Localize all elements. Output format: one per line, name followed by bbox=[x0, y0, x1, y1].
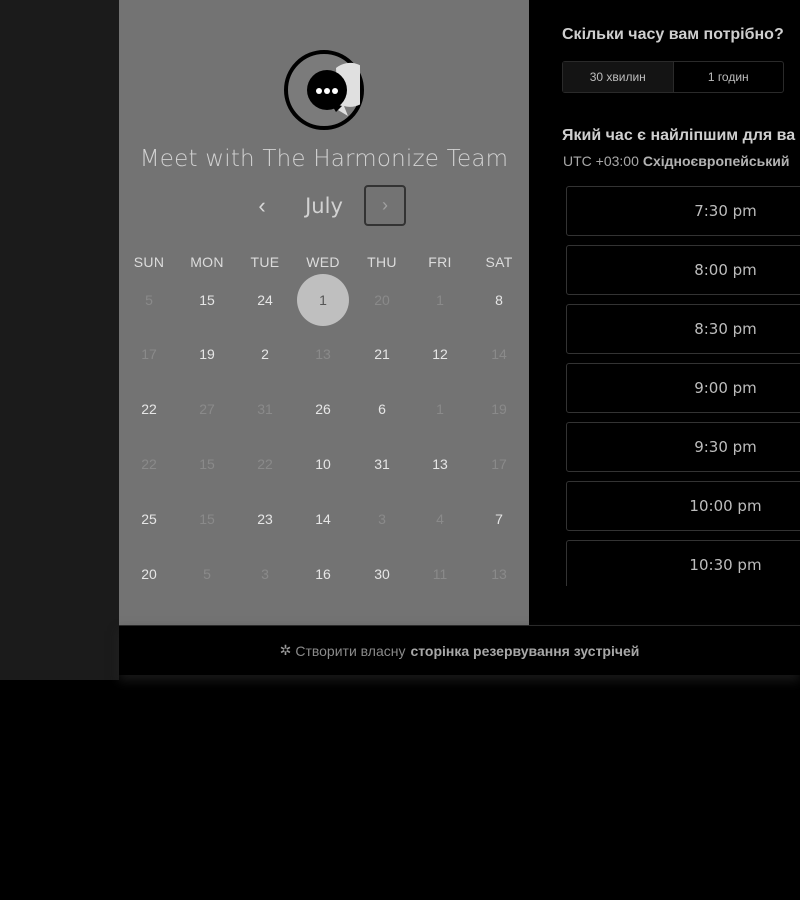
time-slot[interactable]: 10:30 pm bbox=[566, 540, 800, 586]
calendar-day: 15 bbox=[199, 456, 215, 472]
sprocket-icon: ✲ bbox=[279, 642, 292, 658]
weekday-label: SUN bbox=[133, 254, 165, 270]
footer-prefix: Створити власну bbox=[295, 642, 406, 659]
calendar-day: 19 bbox=[491, 401, 507, 417]
chat-bubble-icon bbox=[307, 62, 360, 116]
time-slot-label: 9:30 pm bbox=[694, 438, 757, 456]
timezone-offset: UTC +03:00 bbox=[563, 153, 639, 169]
calendar-day: 31 bbox=[257, 401, 273, 417]
page-backdrop-left bbox=[0, 0, 119, 680]
calendar-day: 17 bbox=[141, 346, 157, 362]
calendar-day: 11 bbox=[432, 566, 448, 582]
calendar-day: 1 bbox=[436, 292, 444, 308]
calendar-day[interactable]: 8 bbox=[473, 274, 525, 326]
duration-question: Скільки часу вам потрібно? bbox=[562, 26, 784, 43]
calendar-day[interactable]: 7 bbox=[473, 493, 525, 545]
calendar-day: 5 bbox=[145, 292, 153, 308]
calendar-day: 4 bbox=[436, 511, 444, 527]
calendar-day[interactable]: 12 bbox=[414, 328, 466, 380]
duration-selector: 30 хвилин 1 годин bbox=[562, 61, 784, 93]
calendar-day: 14 bbox=[491, 346, 507, 362]
time-slot[interactable]: 9:00 pm bbox=[566, 363, 800, 413]
calendar-day[interactable]: 16 bbox=[297, 548, 349, 600]
team-avatar bbox=[284, 50, 364, 130]
calendar-day: 22 bbox=[257, 456, 273, 472]
weekday-label: MON bbox=[190, 254, 224, 270]
calendar-day: 22 bbox=[141, 456, 157, 472]
time-slot-label: 10:30 pm bbox=[689, 556, 762, 574]
calendar-day[interactable]: 21 bbox=[356, 328, 408, 380]
calendar-day[interactable]: 23 bbox=[239, 493, 291, 545]
duration-option-1-hour[interactable]: 1 годин bbox=[674, 62, 784, 92]
time-slot[interactable]: 9:30 pm bbox=[566, 422, 800, 472]
calendar-day[interactable]: 26 bbox=[297, 383, 349, 435]
time-slot[interactable]: 8:00 pm bbox=[566, 245, 800, 295]
time-slot-label: 10:00 pm bbox=[689, 497, 762, 515]
calendar-day[interactable]: 22 bbox=[123, 383, 175, 435]
footer-bold-text: сторінка резервування зустрічей bbox=[410, 642, 640, 659]
calendar-day: 5 bbox=[203, 566, 211, 582]
weekday-label: TUE bbox=[250, 254, 280, 270]
weekday-label: SAT bbox=[485, 254, 513, 270]
calendar-day[interactable]: 10 bbox=[297, 438, 349, 490]
footer-link[interactable]: ✲ Створити власну сторінка резервування … bbox=[119, 625, 800, 675]
duration-option-30-min[interactable]: 30 хвилин bbox=[563, 62, 674, 92]
calendar-day: 20 bbox=[374, 292, 390, 308]
calendar-panel: Meet with The Harmonize Team ‹ July › SU… bbox=[119, 0, 529, 625]
calendar-day[interactable]: 31 bbox=[356, 438, 408, 490]
calendar-day[interactable]: 15 bbox=[181, 274, 233, 326]
calendar-day: 3 bbox=[261, 566, 269, 582]
time-slot-label: 9:00 pm bbox=[694, 379, 757, 397]
time-slot[interactable]: 10:00 pm bbox=[566, 481, 800, 531]
timezone-name: Східноєвропейський bbox=[642, 153, 790, 169]
calendar-day[interactable]: 14 bbox=[297, 493, 349, 545]
time-slot-label: 7:30 pm bbox=[694, 202, 757, 220]
time-slot[interactable]: 8:30 pm bbox=[566, 304, 800, 354]
time-slot-list[interactable]: 7:30 pm 8:00 pm 8:30 pm 9:00 pm 9:30 pm 10:00… bbox=[566, 186, 800, 586]
weekday-label: WED bbox=[306, 254, 340, 270]
timezone-selector[interactable]: UTC +03:00 Східноєвропейський bbox=[563, 153, 789, 169]
calendar-day: 1 bbox=[436, 401, 444, 417]
calendar-day[interactable]: 13 bbox=[414, 438, 466, 490]
time-slot[interactable]: 7:30 pm bbox=[566, 186, 800, 236]
calendar-day: 17 bbox=[491, 456, 507, 472]
calendar-day[interactable]: 30 bbox=[356, 548, 408, 600]
weekday-label: THU bbox=[367, 254, 397, 270]
page-title: Meet with The Harmonize Team bbox=[139, 146, 509, 172]
calendar-day[interactable]: 2 bbox=[239, 328, 291, 380]
calendar-day: 27 bbox=[199, 401, 215, 417]
booking-options-panel: Скільки часу вам потрібно? 30 хвилин 1 г… bbox=[529, 0, 800, 625]
calendar-day: 3 bbox=[378, 511, 386, 527]
time-slot-label: 8:00 pm bbox=[694, 261, 757, 279]
calendar-day[interactable]: 24 bbox=[239, 274, 291, 326]
month-label: July bbox=[305, 194, 343, 218]
calendar-day: 13 bbox=[315, 346, 331, 362]
time-slot-label: 8:30 pm bbox=[694, 320, 757, 338]
calendar-day[interactable]: 19 bbox=[181, 328, 233, 380]
calendar-day[interactable]: 25 bbox=[123, 493, 175, 545]
calendar-day[interactable]: 6 bbox=[356, 383, 408, 435]
calendar-day[interactable]: 20 bbox=[123, 548, 175, 600]
prev-month-button[interactable]: ‹ bbox=[254, 195, 270, 219]
calendar-day: 13 bbox=[491, 566, 507, 582]
next-month-button[interactable]: › bbox=[364, 185, 406, 226]
weekday-label: FRI bbox=[428, 254, 452, 270]
selected-day[interactable]: 1 bbox=[297, 274, 349, 326]
calendar-day: 15 bbox=[199, 511, 215, 527]
time-question: Який час є найліпшим для ва bbox=[562, 127, 796, 144]
